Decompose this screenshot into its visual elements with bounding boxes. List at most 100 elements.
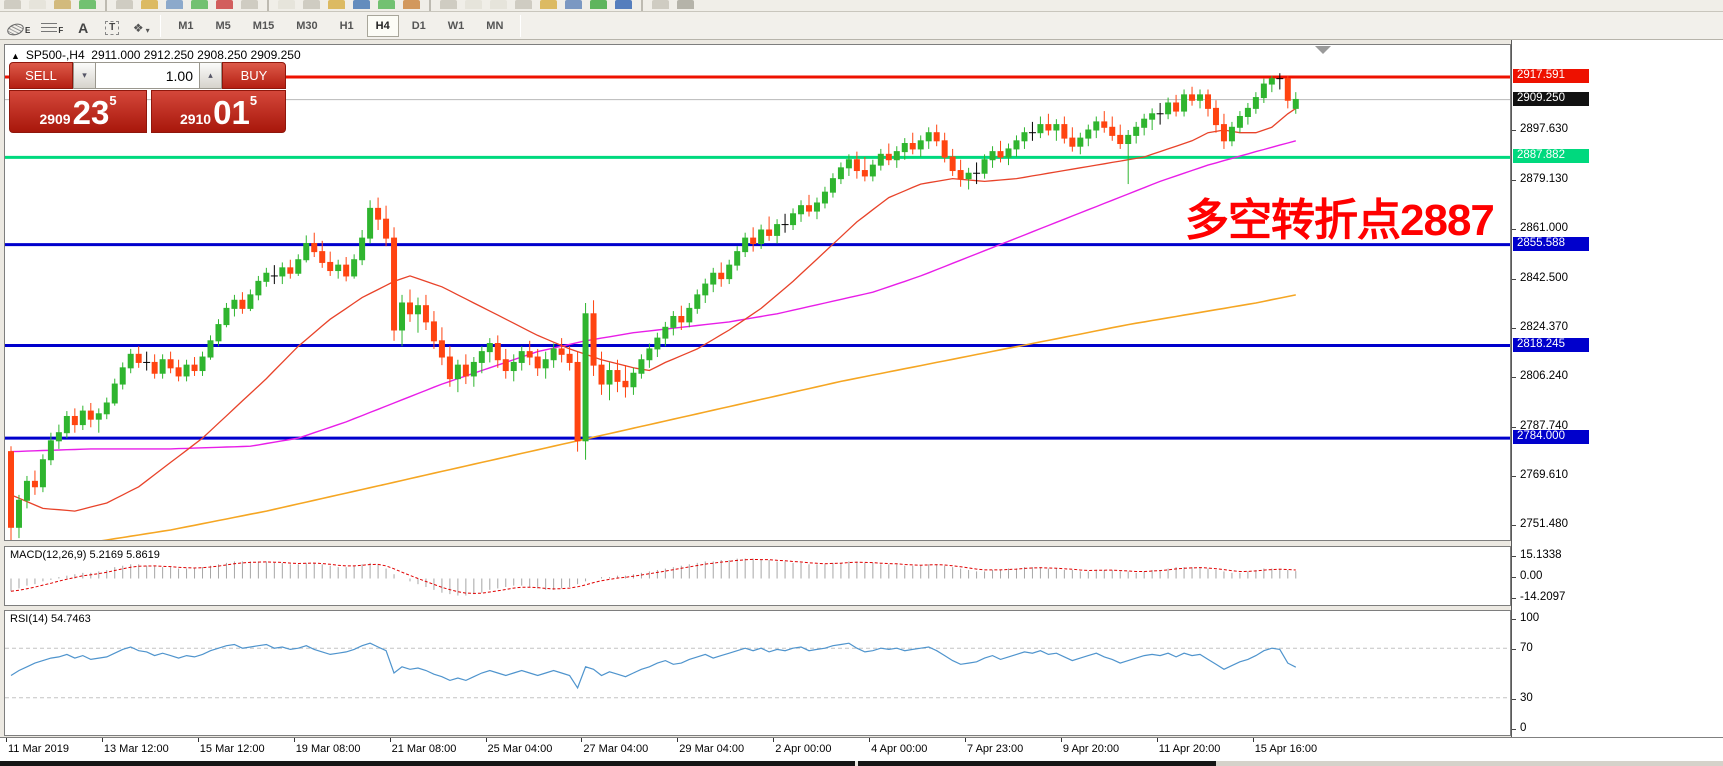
- time-axis-label: 29 Mar 04:00: [679, 743, 744, 755]
- rsi-chart: [5, 611, 1510, 735]
- symbol-name: SP500-,H4: [26, 48, 85, 62]
- scroll-to-end-icon[interactable]: [1315, 46, 1331, 54]
- volume-decrease-button[interactable]: ▾: [73, 62, 96, 89]
- sell-price-button[interactable]: 2909 23 5: [9, 90, 147, 133]
- text-tool-button[interactable]: A: [70, 14, 96, 38]
- sell-price-pips: 23: [73, 98, 110, 128]
- axis-tick: [1512, 699, 1516, 700]
- axis-tick: [1512, 525, 1516, 526]
- price-level-badge: 2855.588: [1513, 237, 1589, 251]
- timeframe-button-group: M1M5M15M30H1H4D1W1MN: [167, 15, 514, 37]
- main-chart-panel[interactable]: ▲SP500-,H4 2911.000 2912.250 2908.250 29…: [4, 44, 1511, 541]
- time-tick: [1061, 738, 1062, 742]
- time-axis-label: 25 Mar 04:00: [488, 743, 553, 755]
- timeframe-button-w1[interactable]: W1: [439, 15, 474, 37]
- clipped-icon: [166, 0, 183, 9]
- collapse-panel-icon[interactable]: ▲: [11, 51, 20, 61]
- taskbar-edge: [0, 761, 855, 766]
- volume-input[interactable]: [96, 62, 199, 89]
- clipped-icon: [79, 0, 96, 9]
- chart-toolbar: E F A T ❖ ▾ M1M5M15M30H1H4D1W1MN: [0, 12, 1723, 40]
- price-axis[interactable]: 2897.6302879.1302861.0002842.5002824.370…: [1511, 40, 1723, 737]
- time-tick: [965, 738, 966, 742]
- time-tick: [581, 738, 582, 742]
- sell-price-fraction: 5: [109, 93, 116, 108]
- rsi-label: RSI(14) 54.7463: [10, 613, 91, 625]
- price-axis-label: 30: [1520, 692, 1533, 704]
- time-axis-label: 2 Apr 00:00: [775, 743, 831, 755]
- axis-tick: [1512, 130, 1516, 131]
- price-axis-label: 0.00: [1520, 570, 1542, 582]
- timeframe-button-h1[interactable]: H1: [331, 15, 363, 37]
- clipped-icon: [328, 0, 345, 9]
- text-label-icon: T: [105, 21, 119, 35]
- price-axis-label: 2769.610: [1520, 469, 1568, 481]
- clipped-icon: [241, 0, 258, 9]
- clipped-icon: [191, 0, 208, 9]
- clipped-icon: [4, 0, 21, 9]
- price-axis-label: 2897.630: [1520, 123, 1568, 135]
- price-axis-label: 15.1338: [1520, 549, 1562, 561]
- time-tick: [1157, 738, 1158, 742]
- axis-tick: [1512, 476, 1516, 477]
- timeframe-button-m1[interactable]: M1: [169, 15, 202, 37]
- timeframe-button-h4[interactable]: H4: [367, 15, 399, 37]
- time-tick: [6, 738, 7, 742]
- timeframe-button-m5[interactable]: M5: [207, 15, 240, 37]
- axis-tick: [1512, 279, 1516, 280]
- time-axis[interactable]: 11 Mar 201913 Mar 12:0015 Mar 12:0019 Ma…: [0, 737, 1723, 761]
- macd-label: MACD(12,26,9) 5.2169 5.8619: [10, 549, 160, 561]
- ellipse-tool-button[interactable]: E: [3, 14, 34, 38]
- time-tick: [486, 738, 487, 742]
- time-tick: [869, 738, 870, 742]
- text-tool-icon: A: [78, 21, 88, 35]
- clipped-icon: [615, 0, 632, 9]
- buy-price-pips: 01: [213, 98, 250, 128]
- buy-button[interactable]: BUY: [222, 62, 286, 89]
- sell-button[interactable]: SELL: [9, 62, 73, 89]
- buy-price-button[interactable]: 2910 01 5: [151, 90, 286, 133]
- axis-tick: [1512, 328, 1516, 329]
- timeframe-button-mn[interactable]: MN: [477, 15, 512, 37]
- clipped-icon: [440, 0, 457, 9]
- axis-tick: [1512, 598, 1516, 599]
- toolbar-separator: [641, 0, 643, 11]
- price-level-badge: 2784.000: [1513, 430, 1589, 444]
- price-axis-label: 2842.500: [1520, 272, 1568, 284]
- time-axis-label: 13 Mar 12:00: [104, 743, 169, 755]
- macd-chart: [5, 547, 1510, 605]
- annotation-text[interactable]: 多空转折点2887: [1185, 184, 1494, 248]
- time-axis-label: 21 Mar 08:00: [392, 743, 457, 755]
- chevron-down-icon[interactable]: ▾: [146, 26, 150, 35]
- timeframe-button-m30[interactable]: M30: [287, 15, 326, 37]
- fibonacci-tool-button[interactable]: F: [37, 14, 67, 38]
- chart-title: ▲SP500-,H4 2911.000 2912.250 2908.250 29…: [11, 48, 301, 62]
- clipped-icon: [677, 0, 694, 9]
- one-click-trading-panel: SELL ▾ ▴ BUY 2909 23 5 2910 01 5: [9, 62, 286, 133]
- time-tick: [677, 738, 678, 742]
- arrow-objects-tool-button[interactable]: ❖ ▾: [128, 14, 154, 38]
- axis-tick: [1512, 577, 1516, 578]
- timeframe-button-m15[interactable]: M15: [244, 15, 283, 37]
- rsi-panel[interactable]: RSI(14) 54.7463: [4, 610, 1511, 736]
- fibonacci-tool-label: F: [58, 26, 63, 35]
- timeframe-button-d1[interactable]: D1: [403, 15, 435, 37]
- axis-tick: [1512, 229, 1516, 230]
- text-label-tool-button[interactable]: T: [99, 14, 125, 38]
- time-tick: [773, 738, 774, 742]
- clipped-icon: [652, 0, 669, 9]
- time-axis-label: 4 Apr 00:00: [871, 743, 927, 755]
- price-axis-label: 2751.480: [1520, 518, 1568, 530]
- clipped-icon: [116, 0, 133, 9]
- clipped-icon: [540, 0, 557, 9]
- clipped-icon: [353, 0, 370, 9]
- clipped-toolbar-strip: [0, 0, 1723, 12]
- axis-tick: [1512, 180, 1516, 181]
- clipped-icon: [378, 0, 395, 9]
- macd-panel[interactable]: MACD(12,26,9) 5.2169 5.8619: [4, 546, 1511, 606]
- price-level-badge: 2909.250: [1513, 92, 1589, 106]
- price-axis-label: 100: [1520, 612, 1539, 624]
- volume-increase-button[interactable]: ▴: [199, 62, 222, 89]
- clipped-icon: [403, 0, 420, 9]
- taskbar-edge: [1216, 761, 1723, 766]
